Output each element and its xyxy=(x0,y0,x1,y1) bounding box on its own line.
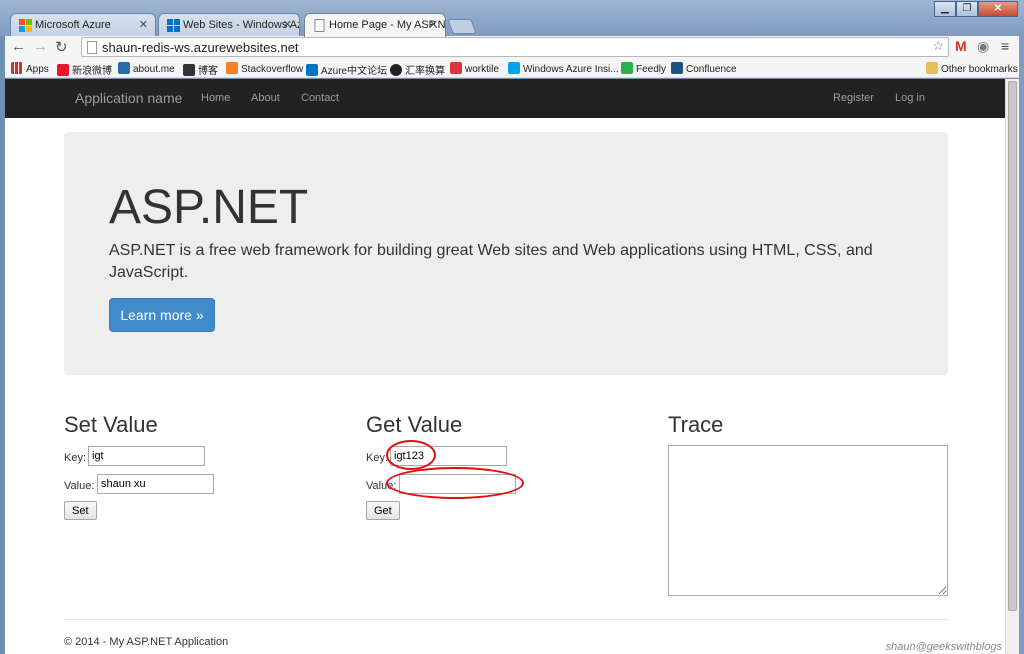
watermark: shaun@geekswithblogs xyxy=(885,641,1002,653)
bookmark-worktile[interactable]: worktile xyxy=(450,62,499,75)
set-value-heading: Set Value xyxy=(64,412,158,437)
browser-toolbar: ← → ↻ shaun-redis-ws.azurewebsites.net ☆… xyxy=(5,36,1019,58)
jumbotron: ASP.NET ASP.NET is a free web framework … xyxy=(64,132,948,375)
vertical-scrollbar[interactable] xyxy=(1005,79,1019,654)
other-bookmarks[interactable]: Other bookmarks xyxy=(926,62,1018,75)
set-value-panel: Set Value Key: Value: Set xyxy=(64,412,324,520)
get-value-input[interactable] xyxy=(399,474,516,494)
bookmark-feedly[interactable]: Feedly xyxy=(621,62,666,75)
aboutme-icon xyxy=(118,62,130,74)
close-tab-icon[interactable]: ✕ xyxy=(139,18,148,31)
bookmark-azure-forum[interactable]: Azure中文论坛 xyxy=(306,62,387,77)
windows-logo-icon xyxy=(19,19,32,32)
jumbotron-lead: ASP.NET is a free web framework for buil… xyxy=(109,242,873,281)
folder-icon xyxy=(926,62,938,74)
bookmark-exchange[interactable]: 汇率换算 xyxy=(390,62,445,77)
weibo-icon xyxy=(57,64,69,76)
tab-home-page[interactable]: Home Page - My ASP.NET ✕ xyxy=(304,13,446,37)
tab-label: Microsoft Azure xyxy=(35,19,111,31)
bookmark-weibo[interactable]: 新浪微博 xyxy=(57,62,112,77)
windows-logo-icon xyxy=(508,62,520,74)
nav-login[interactable]: Log in xyxy=(895,92,925,104)
maximize-button[interactable]: ❐ xyxy=(956,1,978,17)
tab-microsoft-azure[interactable]: Microsoft Azure ✕ xyxy=(10,13,156,36)
stackoverflow-icon xyxy=(226,62,238,74)
feedly-icon xyxy=(621,62,633,74)
bookmark-blog[interactable]: 博客 xyxy=(183,62,218,77)
worktile-icon xyxy=(450,62,462,74)
nav-contact[interactable]: Contact xyxy=(301,92,339,104)
trace-panel: Trace xyxy=(668,412,948,446)
window-border xyxy=(1019,36,1024,654)
set-value-label: Value: xyxy=(64,480,95,492)
site-navbar: Application name Home About Contact Regi… xyxy=(5,79,1005,118)
exchange-icon xyxy=(390,64,402,76)
page-icon xyxy=(87,41,97,54)
apps-grid-icon xyxy=(11,62,23,74)
scrollbar-thumb[interactable] xyxy=(1008,81,1017,611)
page-icon xyxy=(313,19,326,32)
menu-icon[interactable]: ≡ xyxy=(1001,38,1009,54)
get-value-heading: Get Value xyxy=(366,412,463,437)
get-button[interactable]: Get xyxy=(366,501,400,520)
confluence-icon xyxy=(671,62,683,74)
new-tab-button[interactable] xyxy=(447,19,477,34)
close-window-button[interactable]: ✕ xyxy=(978,1,1018,17)
set-key-row: Key: xyxy=(64,446,324,474)
azure-icon xyxy=(306,64,318,76)
set-key-input[interactable] xyxy=(88,446,205,466)
bookmark-confluence[interactable]: Confluence xyxy=(671,62,737,75)
learn-more-button[interactable]: Learn more » xyxy=(109,298,215,332)
reload-icon[interactable]: ↻ xyxy=(55,38,68,56)
set-key-label: Key: xyxy=(64,452,87,464)
tab-web-sites[interactable]: Web Sites - Windows Azu ✕ xyxy=(158,13,300,36)
get-value-panel: Get Value Key: Value: Get xyxy=(366,412,626,520)
trace-heading: Trace xyxy=(668,412,724,437)
bookmark-stackoverflow[interactable]: Stackoverflow xyxy=(226,62,303,75)
bookmark-windows-azure-insider[interactable]: Windows Azure Insi... xyxy=(508,62,619,75)
bookmark-star-icon[interactable]: ☆ xyxy=(932,38,944,54)
footer-divider xyxy=(64,619,948,620)
navbar-brand[interactable]: Application name xyxy=(75,90,182,106)
get-value-label: Value: xyxy=(366,480,397,492)
globe-icon[interactable]: ◉ xyxy=(977,38,989,55)
url-text: shaun-redis-ws.azurewebsites.net xyxy=(102,40,299,55)
page-viewport: Application name Home About Contact Regi… xyxy=(5,79,1005,654)
minimize-button[interactable]: ▁ xyxy=(934,1,956,17)
set-value-input[interactable] xyxy=(97,474,214,494)
nav-about[interactable]: About xyxy=(251,92,280,104)
nav-register[interactable]: Register xyxy=(833,92,874,104)
nav-home[interactable]: Home xyxy=(201,92,230,104)
bookmark-apps[interactable]: Apps xyxy=(11,62,49,75)
forward-arrow-icon[interactable]: → xyxy=(33,38,48,55)
trace-textarea[interactable] xyxy=(668,445,948,596)
get-value-row: Value: xyxy=(366,474,626,502)
back-arrow-icon[interactable]: ← xyxy=(11,38,26,55)
set-value-row: Value: xyxy=(64,474,324,502)
blog-icon xyxy=(183,64,195,76)
azure-icon xyxy=(167,19,180,32)
get-key-label: Key: xyxy=(366,452,389,464)
bookmark-aboutme[interactable]: about.me xyxy=(118,62,175,75)
jumbotron-title: ASP.NET xyxy=(109,181,309,234)
get-key-input[interactable] xyxy=(390,446,507,466)
address-bar[interactable]: shaun-redis-ws.azurewebsites.net ☆ xyxy=(81,37,949,57)
window-controls: ▁ ❐ ✕ xyxy=(934,1,1018,17)
get-key-row: Key: xyxy=(366,446,626,474)
footer-text: © 2014 - My ASP.NET Application xyxy=(64,636,229,648)
set-button[interactable]: Set xyxy=(64,501,97,520)
bookmarks-bar: Apps 新浪微博 about.me 博客 Stackoverflow Azur… xyxy=(5,58,1019,78)
close-tab-icon[interactable]: ✕ xyxy=(429,18,438,31)
browser-titlebar: Microsoft Azure ✕ Web Sites - Windows Az… xyxy=(0,0,1024,37)
close-tab-icon[interactable]: ✕ xyxy=(283,18,292,31)
gmail-icon[interactable]: M xyxy=(955,38,967,54)
